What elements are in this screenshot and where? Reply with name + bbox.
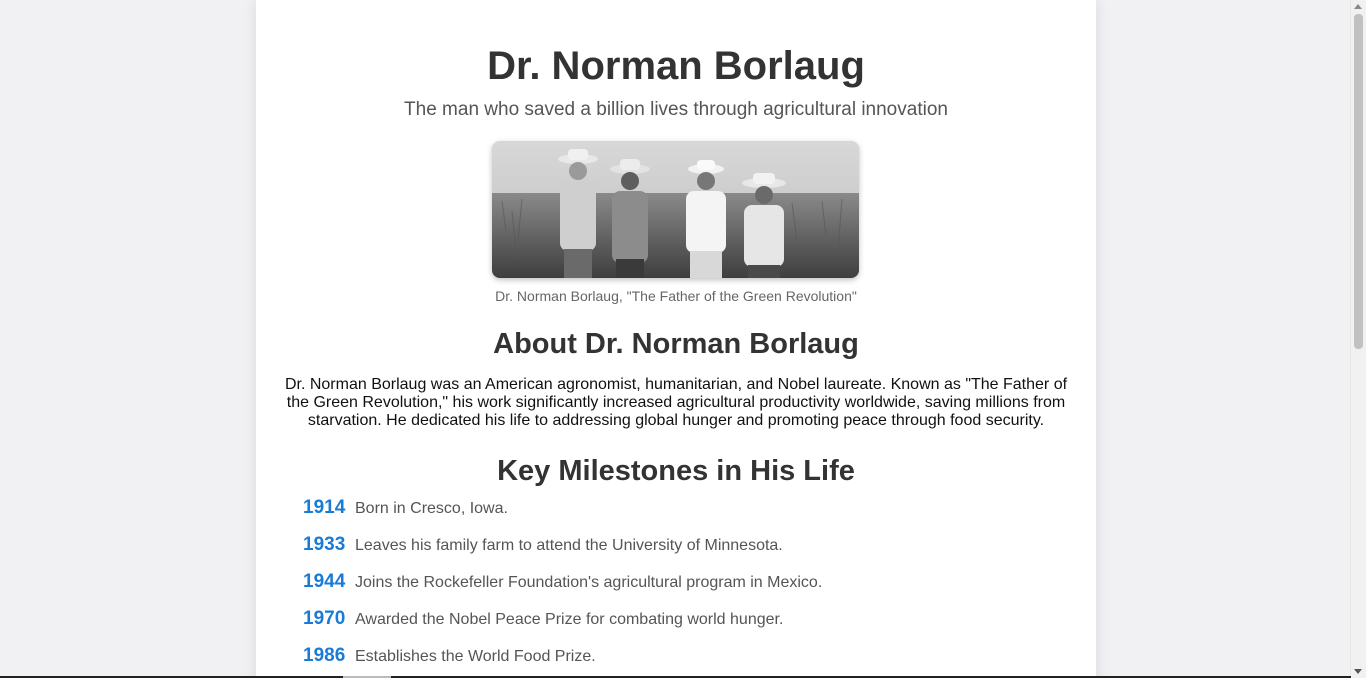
milestone-item: 1970 Awarded the Nobel Peace Prize for c… <box>303 608 783 632</box>
milestone-description: Joins the Rockefeller Foundation's agric… <box>355 574 823 591</box>
milestone-description: Establishes the World Food Prize. <box>355 648 596 665</box>
milestone-description: Awarded the Nobel Peace Prize for combat… <box>355 611 784 628</box>
vertical-scrollbar[interactable] <box>1350 0 1366 678</box>
milestone-item: 1944 Joins the Rockefeller Foundation's … <box>303 571 822 595</box>
page-subtitle: The man who saved a billion lives throug… <box>404 99 948 120</box>
milestone-item: 1933 Leaves his family farm to attend th… <box>303 534 783 558</box>
scroll-up-icon[interactable] <box>1354 4 1362 9</box>
page-title: Dr. Norman Borlaug <box>487 44 865 88</box>
about-paragraph: Dr. Norman Borlaug was an American agron… <box>284 376 1068 429</box>
milestone-description: Born in Cresco, Iowa. <box>355 500 508 517</box>
borlaug-photo <box>492 141 859 278</box>
photo-caption: Dr. Norman Borlaug, "The Father of the G… <box>495 288 857 304</box>
milestone-year: 1986 <box>303 645 346 666</box>
milestone-item: 1914 Born in Cresco, Iowa. <box>303 497 508 521</box>
content-card: Dr. Norman Borlaug The man who saved a b… <box>256 0 1096 678</box>
about-heading: About Dr. Norman Borlaug <box>493 328 859 360</box>
scrollbar-thumb[interactable] <box>1354 14 1363 349</box>
milestone-year: 1944 <box>303 571 346 592</box>
milestone-year: 1970 <box>303 608 346 629</box>
milestone-year: 1914 <box>303 497 346 518</box>
milestone-description: Leaves his family farm to attend the Uni… <box>355 537 783 554</box>
milestone-item: 1986 Establishes the World Food Prize. <box>303 645 596 669</box>
milestones-heading: Key Milestones in His Life <box>497 455 855 487</box>
browser-viewport: Dr. Norman Borlaug The man who saved a b… <box>0 0 1366 678</box>
milestone-year: 1933 <box>303 534 346 555</box>
scroll-down-icon[interactable] <box>1354 669 1362 674</box>
